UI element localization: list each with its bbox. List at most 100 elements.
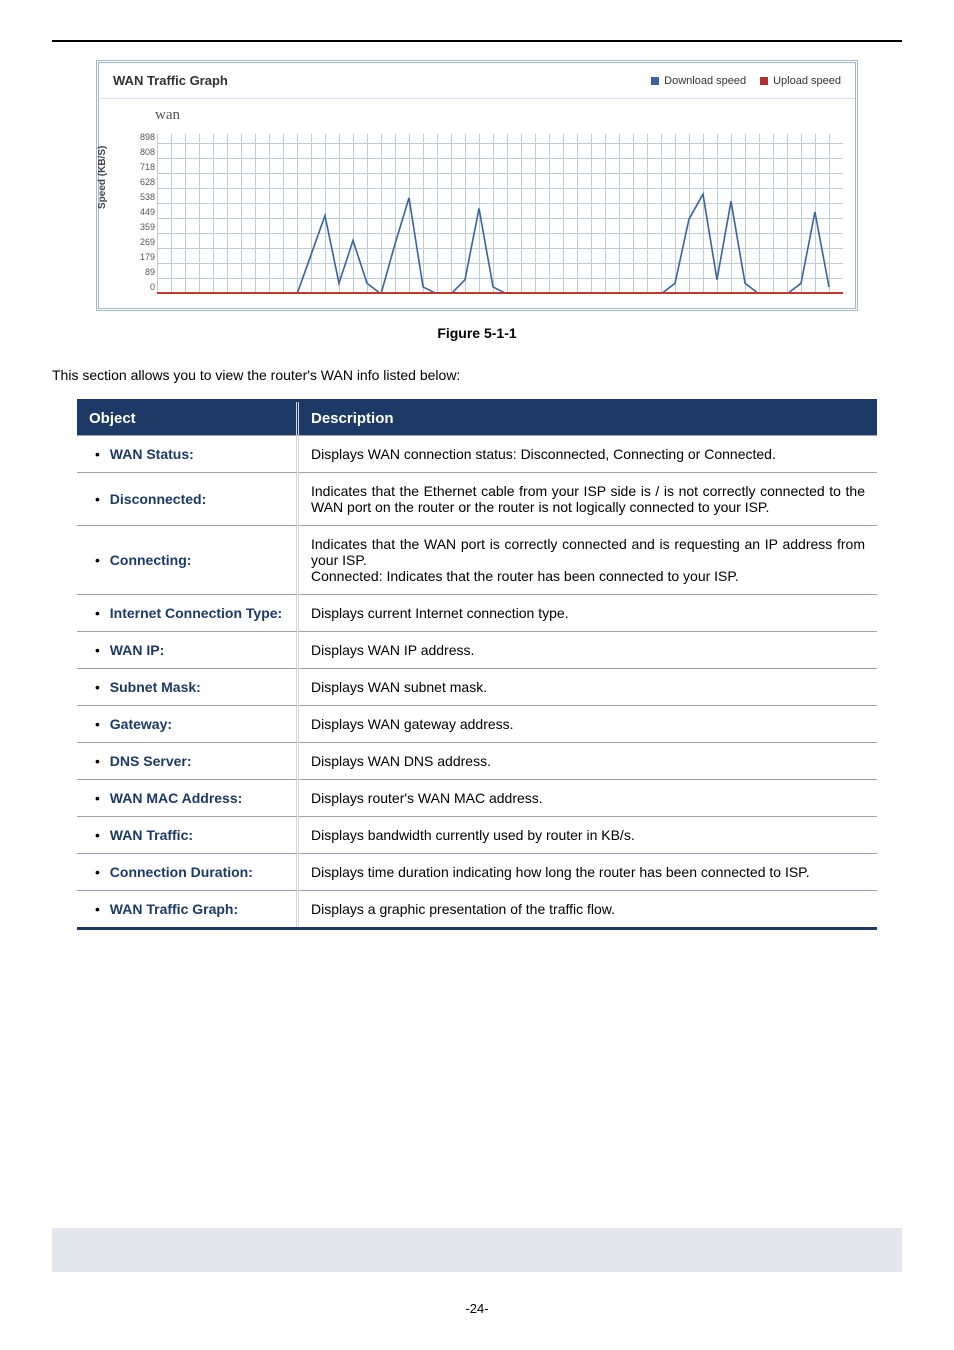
object-cell: • WAN Traffic Graph: <box>77 890 299 927</box>
chart-ylabel: Speed (KB/S) <box>97 146 108 209</box>
square-icon <box>651 77 659 85</box>
object-cell: • WAN MAC Address: <box>77 779 299 816</box>
object-label: Gateway: <box>106 716 172 732</box>
object-cell: • Subnet Mask: <box>77 668 299 705</box>
description-cell: Displays bandwidth currently used by rou… <box>299 816 877 853</box>
object-label: DNS Server: <box>106 753 192 769</box>
object-cell: • Connection Duration: <box>77 853 299 890</box>
object-cell: • WAN Status: <box>77 435 299 472</box>
intro-paragraph: This section allows you to view the rout… <box>52 367 902 383</box>
object-label: Connection Duration: <box>106 864 253 880</box>
graph-legend: Download speed Upload speed <box>651 75 841 87</box>
object-cell: • WAN Traffic: <box>77 816 299 853</box>
chart-yticks: 898 808 718 628 538 449 359 269 179 89 0 <box>129 132 155 292</box>
description-cell: Displays WAN subnet mask. <box>299 668 877 705</box>
description-cell: Displays router's WAN MAC address. <box>299 779 877 816</box>
bullet-icon: • <box>95 716 100 732</box>
object-cell: • DNS Server: <box>77 742 299 779</box>
graph-series-label: wan <box>99 99 855 128</box>
ytick: 808 <box>129 147 155 157</box>
ytick: 449 <box>129 207 155 217</box>
bullet-icon: • <box>95 491 100 507</box>
bullet-icon: • <box>95 864 100 880</box>
bullet-icon: • <box>95 552 100 568</box>
object-label: Disconnected: <box>106 491 206 507</box>
ytick: 898 <box>129 132 155 142</box>
description-cell: Displays WAN gateway address. <box>299 705 877 742</box>
wan-traffic-graph-panel: WAN Traffic Graph Download speed Upload … <box>96 60 858 311</box>
document-page: WAN Traffic Graph Download speed Upload … <box>0 0 954 1350</box>
chart-baseline <box>157 292 843 294</box>
table-row: • WAN Traffic:Displays bandwidth current… <box>77 816 877 853</box>
ytick: 628 <box>129 177 155 187</box>
description-table: Object Description • WAN Status:Displays… <box>77 399 877 930</box>
figure-caption: Figure 5-1-1 <box>52 325 902 341</box>
object-cell: • Disconnected: <box>77 472 299 525</box>
header-description: Description <box>299 402 877 435</box>
bullet-icon: • <box>95 753 100 769</box>
ytick: 359 <box>129 222 155 232</box>
description-cell: Displays time duration indicating how lo… <box>299 853 877 890</box>
object-label: WAN MAC Address: <box>106 790 242 806</box>
bullet-icon: • <box>95 642 100 658</box>
table-row: • Gateway:Displays WAN gateway address. <box>77 705 877 742</box>
chart-svg <box>157 134 843 294</box>
bullet-icon: • <box>95 446 100 462</box>
graph-title: WAN Traffic Graph <box>113 73 228 88</box>
object-cell: • WAN IP: <box>77 631 299 668</box>
description-cell: Displays a graphic presentation of the t… <box>299 890 877 927</box>
ytick: 538 <box>129 192 155 202</box>
legend-download-label: Download speed <box>664 75 746 87</box>
description-cell: Displays WAN connection status: Disconne… <box>299 435 877 472</box>
bullet-icon: • <box>95 827 100 843</box>
table-row: • Connecting:Indicates that the WAN port… <box>77 525 877 594</box>
description-cell: Indicates that the WAN port is correctly… <box>299 525 877 594</box>
chart-area: Speed (KB/S) 898 808 718 628 538 449 359… <box>99 128 855 308</box>
object-label: Subnet Mask: <box>106 679 201 695</box>
page-number: -24- <box>0 1301 954 1316</box>
object-label: Internet Connection Type: <box>106 605 282 621</box>
table-row: • WAN MAC Address:Displays router's WAN … <box>77 779 877 816</box>
object-label: Connecting: <box>106 552 192 568</box>
object-cell: • Internet Connection Type: <box>77 594 299 631</box>
table-row: • DNS Server:Displays WAN DNS address. <box>77 742 877 779</box>
table-header-row: Object Description <box>77 402 877 435</box>
footer-bar <box>52 1228 902 1272</box>
legend-upload-label: Upload speed <box>773 75 841 87</box>
download-line <box>157 194 829 294</box>
ytick: 89 <box>129 267 155 277</box>
legend-upload: Upload speed <box>760 75 841 87</box>
object-cell: • Connecting: <box>77 525 299 594</box>
ytick: 269 <box>129 237 155 247</box>
graph-header: WAN Traffic Graph Download speed Upload … <box>99 63 855 99</box>
table-row: • WAN Status:Displays WAN connection sta… <box>77 435 877 472</box>
table-row: • Internet Connection Type:Displays curr… <box>77 594 877 631</box>
legend-download: Download speed <box>651 75 746 87</box>
description-cell: Displays WAN IP address. <box>299 631 877 668</box>
table-row: • Connection Duration:Displays time dura… <box>77 853 877 890</box>
chart-plot <box>157 134 843 294</box>
bullet-icon: • <box>95 679 100 695</box>
table-row: • Subnet Mask:Displays WAN subnet mask. <box>77 668 877 705</box>
object-label: WAN IP: <box>106 642 164 658</box>
header-object: Object <box>77 402 299 435</box>
top-rule <box>52 40 902 42</box>
object-label: WAN Status: <box>106 446 194 462</box>
ytick: 0 <box>129 282 155 292</box>
bullet-icon: • <box>95 901 100 917</box>
description-cell: Indicates that the Ethernet cable from y… <box>299 472 877 525</box>
bullet-icon: • <box>95 790 100 806</box>
ytick: 718 <box>129 162 155 172</box>
bullet-icon: • <box>95 605 100 621</box>
table-row: • Disconnected:Indicates that the Ethern… <box>77 472 877 525</box>
table-row: • WAN IP:Displays WAN IP address. <box>77 631 877 668</box>
table-row: • WAN Traffic Graph:Displays a graphic p… <box>77 890 877 927</box>
ytick: 179 <box>129 252 155 262</box>
object-cell: • Gateway: <box>77 705 299 742</box>
square-icon <box>760 77 768 85</box>
object-label: WAN Traffic Graph: <box>106 901 238 917</box>
description-cell: Displays current Internet connection typ… <box>299 594 877 631</box>
table-body: • WAN Status:Displays WAN connection sta… <box>77 435 877 927</box>
object-label: WAN Traffic: <box>106 827 193 843</box>
description-cell: Displays WAN DNS address. <box>299 742 877 779</box>
